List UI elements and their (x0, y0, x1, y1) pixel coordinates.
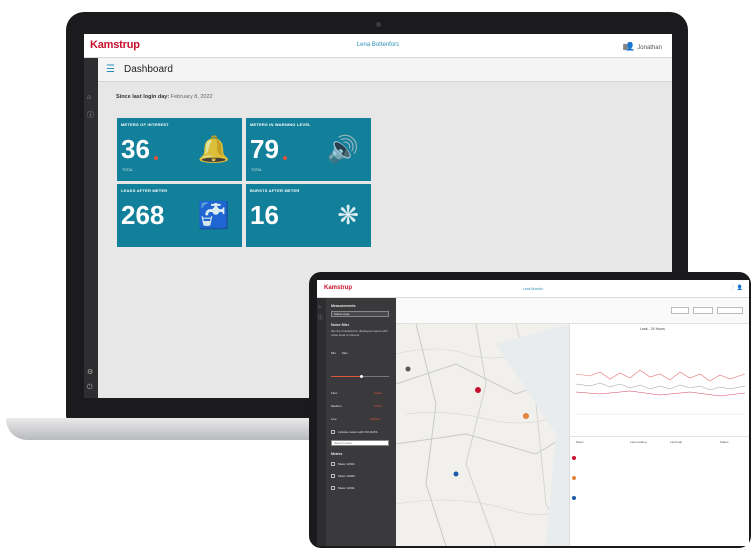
meter-search-input[interactable]: Search meter (331, 440, 389, 446)
user-name: Jonathan (637, 45, 662, 51)
speaker-icon: 🔊 (326, 134, 359, 164)
noise-slider[interactable] (331, 375, 389, 378)
page-title: Dashboard (124, 64, 173, 75)
max-label: Max (342, 351, 348, 355)
toolbar-button[interactable] (671, 307, 689, 314)
tile-leaks-after-meter[interactable]: LEAKS AFTER METER 268 🚰 (117, 184, 242, 247)
filter-panel: Measurements Select area Noise filter Se… (326, 298, 396, 546)
meter-list-item[interactable]: Meter 10911 (338, 486, 355, 490)
tile-value: 16 (250, 200, 279, 230)
side-rail: ⌂ ⓘ ⚙ ⏻ (84, 58, 98, 398)
row-value-flow[interactable]: Active (374, 391, 382, 395)
last-login-label: Since last login day: (116, 94, 170, 100)
table-header: Meter (576, 440, 584, 444)
tablet-header: Kamstrup Leak Monitor ⋮ 👤 (317, 280, 749, 298)
faucet-icon: 🚰 (197, 200, 230, 230)
tile-title: BURSTS AFTER METER (250, 188, 300, 193)
no-data-checkbox[interactable] (331, 430, 335, 434)
status-dot (572, 476, 576, 480)
status-dot (572, 456, 576, 460)
min-label: Min (331, 351, 336, 355)
tile-bursts-after-meter[interactable]: BURSTS AFTER METER 16 ❋ (246, 184, 371, 247)
user-icon: 👤 (625, 42, 636, 51)
row-label-low: Low (331, 417, 337, 421)
toolbar-button[interactable] (693, 307, 713, 314)
camera (376, 22, 381, 27)
tablet-user-icon[interactable]: ⋮ 👤 (730, 285, 743, 291)
hamburger-icon[interactable]: ☰ (106, 65, 115, 75)
menu-icon[interactable]: ⌂ (318, 304, 321, 310)
bell-icon: 🔔 (197, 134, 230, 164)
leak-graph-panel: Leak - 24 Hours Meter Last reading Last … (569, 324, 749, 546)
header-center-title: Lena Bottenfors (356, 42, 400, 48)
graph-title: Leak - 24 Hours (640, 327, 665, 331)
search-placeholder: Search meter (334, 441, 353, 445)
leak-chart (575, 369, 746, 415)
tablet-toolbar (396, 298, 749, 324)
slider-fill (331, 376, 361, 377)
meter-checkbox[interactable] (331, 486, 335, 490)
meters-list-title: Meters (331, 452, 343, 456)
tablet-header-title: Leak Monitor (522, 287, 544, 291)
no-data-label: Include meters with NO DATA (338, 430, 378, 434)
tile-sub: TOTAL (122, 168, 133, 172)
slider-knob[interactable] (360, 375, 363, 378)
burst-icon: ❋ (337, 200, 359, 230)
meter-list-item[interactable]: Meter 14521 (338, 462, 355, 466)
meter-checkbox[interactable] (331, 474, 335, 478)
settings-icon[interactable]: ⚙ (87, 368, 93, 376)
alert-dot (154, 156, 158, 160)
meter-checkbox[interactable] (331, 462, 335, 466)
tile-title: METERS IN WARNING LEVEL (250, 122, 311, 127)
tile-meters-warning[interactable]: METERS IN WARNING LEVEL 79 TOTAL 🔊 (246, 118, 371, 181)
row-value-low[interactable]: Inactive (370, 417, 380, 421)
filter-description: Set the threshold for displayed meters w… (331, 329, 388, 337)
row-label-flow: Flow (331, 391, 338, 395)
area-select[interactable]: Select area (331, 311, 389, 317)
dashboard-bar: ☰ Dashboard (98, 58, 672, 82)
leak-map[interactable] (396, 324, 569, 546)
tablet-screen: Kamstrup Leak Monitor ⋮ 👤 ⌂ ⓘ Measuremen… (317, 280, 749, 546)
last-login: Since last login day: February 8, 2022 (116, 94, 213, 100)
tile-title: METERS OF INTEREST (121, 122, 169, 127)
table-header: Status (720, 440, 729, 444)
tablet-side-rail: ⌂ ⓘ (317, 298, 326, 546)
info-icon[interactable]: ⓘ (318, 314, 323, 321)
map-roads (396, 324, 569, 546)
meter-list-item[interactable]: Meter 10283 (338, 474, 355, 478)
area-select-value: Select area (334, 312, 350, 316)
table-header: Last leak (670, 440, 683, 444)
tile-meters-of-interest[interactable]: METERS OF INTEREST 36 TOTAL 🔔 (117, 118, 242, 181)
user-menu[interactable]: 👤 Jonathan (625, 42, 662, 51)
last-login-date: February 8, 2022 (170, 94, 213, 100)
row-label-medium: Medium (331, 404, 342, 408)
app-header: Kamstrup Lena Bottenfors ▦ 👤 Jonathan (84, 34, 672, 58)
tile-sub: TOTAL (251, 168, 262, 172)
menu-icon[interactable]: ⌂ (87, 94, 91, 101)
tile-value: 79 (250, 134, 279, 164)
filter-title: Noise filter (331, 323, 350, 327)
panel-section-title: Measurements (331, 304, 356, 308)
table-header: Last reading (630, 440, 647, 444)
tile-value: 268 (121, 200, 165, 230)
row-value-medium[interactable]: Active (374, 404, 382, 408)
status-dot (572, 496, 576, 500)
logout-icon[interactable]: ⏻ (87, 384, 93, 392)
tile-title: LEAKS AFTER METER (121, 188, 168, 193)
toolbar-button[interactable] (717, 307, 743, 314)
info-icon[interactable]: ⓘ (87, 110, 94, 120)
tile-value: 36 (121, 134, 150, 164)
alert-dot (283, 156, 287, 160)
table-divider (570, 436, 749, 437)
